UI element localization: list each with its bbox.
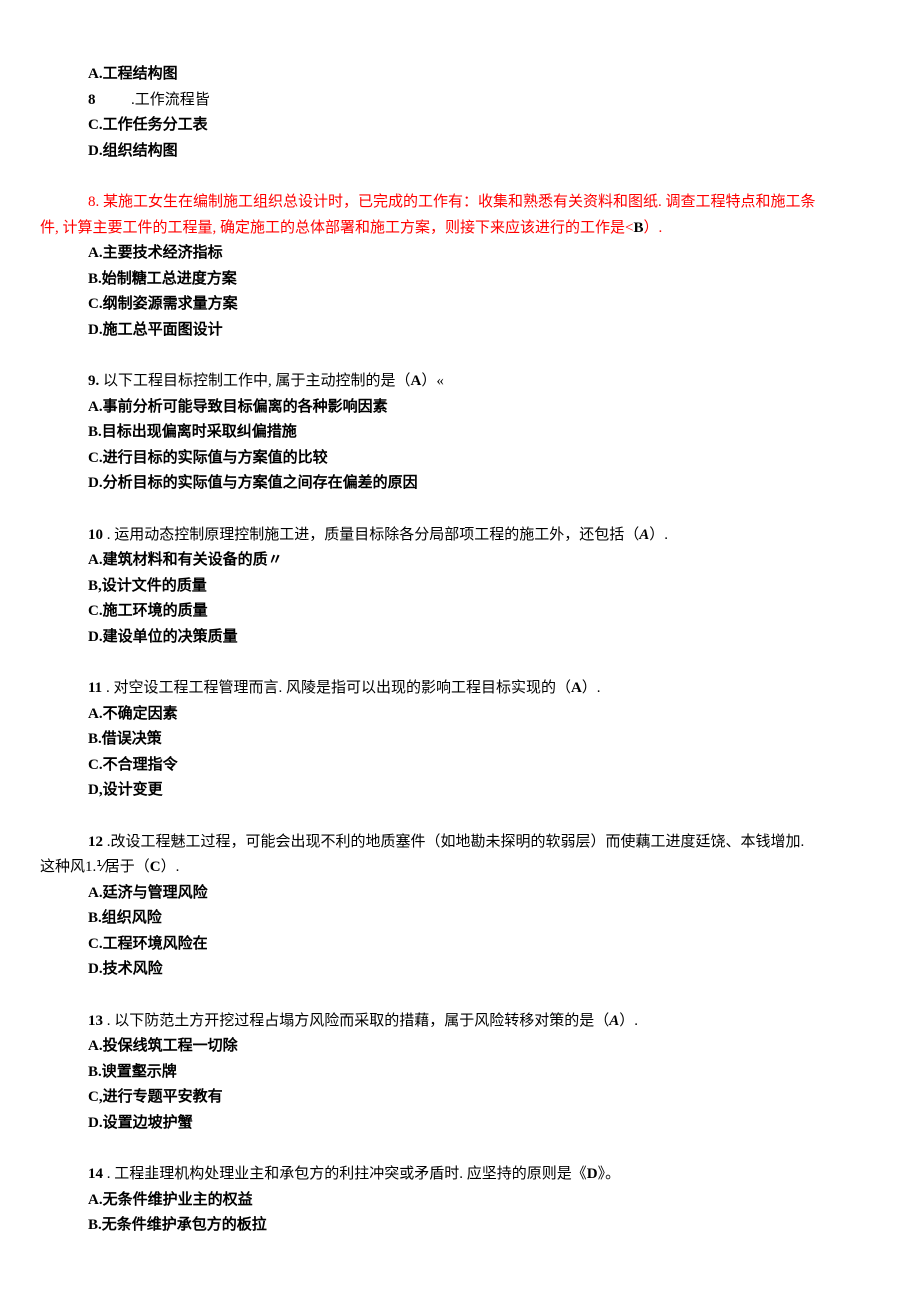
question-11-answer: A [571, 680, 582, 696]
question-14-text: 14 . 工程韭理机构处理业主和承包方的利拄冲突或矛盾时. 应坚持的原则是《D》… [40, 1162, 880, 1188]
question-12-answer: C [150, 859, 161, 875]
option-12-d: D.技术风险 [40, 957, 880, 983]
option-7-d: D.组织结构图 [40, 139, 880, 165]
option-11-d: D,设计变更 [40, 778, 880, 804]
option-11-b: B.借误决策 [40, 727, 880, 753]
option-12-a: A.廷济与管理风险 [40, 881, 880, 907]
question-8: 8. 某施工女生在编制施工组织总设计时，已完成的工作有：收集和熟悉有关资料和图纸… [40, 190, 880, 343]
option-8-b: B.始制糖工总进度方案 [40, 267, 880, 293]
question-14: 14 . 工程韭理机构处理业主和承包方的利拄冲突或矛盾时. 应坚持的原则是《D》… [40, 1162, 880, 1239]
option-9-a: A.事前分析可能导致目标偏离的各种影响因素 [40, 395, 880, 421]
option-9-c: C.进行目标的实际值与方案值的比较 [40, 446, 880, 472]
question-12-line1: .改设工程魅工过程，可能会出现不利的地质塞件（如地勘未探明的软弱层）而使藕工进度… [103, 834, 804, 850]
question-10-text: 10 . 运用动态控制原理控制施工进，质量目标除各分局部项工程的施工外，还包括（… [40, 523, 880, 549]
question-12: 12 .改设工程魅工过程，可能会出现不利的地质塞件（如地勘未探明的软弱层）而使藕… [40, 830, 880, 983]
question-12-line2-a: 这种风1.⅟居于（ [40, 859, 150, 875]
question-14-text-b: 》。 [598, 1166, 621, 1182]
option-9-b: B.目标出现偏离时采取纠偏措施 [40, 420, 880, 446]
question-11-text-b: ）. [582, 680, 601, 696]
question-9-prefix: 9. [88, 373, 103, 389]
option-13-d: D.设置边坡护蟹 [40, 1111, 880, 1137]
question-10: 10 . 运用动态控制原理控制施工进，质量目标除各分局部项工程的施工外，还包括（… [40, 523, 880, 651]
question-13-prefix: 13 [88, 1013, 103, 1029]
option-14-b: B.无条件维护承包方的板拉 [40, 1213, 880, 1239]
option-7-b-text: .工作流程皆 [131, 92, 210, 108]
option-7-a: A.工程结构图 [40, 62, 880, 88]
question-12-text-line2: 这种风1.⅟居于（C）. [40, 855, 880, 881]
option-11-a: A.不确定因素 [40, 702, 880, 728]
question-14-prefix: 14 [88, 1166, 103, 1182]
question-13-text: 13 . 以下防范土方开挖过程占塌方风险而采取的措藉，属于风险转移对策的是（A）… [40, 1009, 880, 1035]
option-13-b: B.谀置壑示牌 [40, 1060, 880, 1086]
option-13-c: C,进行专题平安教有 [40, 1085, 880, 1111]
question-8-text-line2: 件, 计算主要工件的工程量, 确定施工的总体部署和施工方案，则接下来应该进行的工… [40, 216, 880, 242]
option-12-b: B.组织风险 [40, 906, 880, 932]
option-9-d: D.分析目标的实际值与方案值之间存在偏差的原因 [40, 471, 880, 497]
option-8-a: A.主要技术经济指标 [40, 241, 880, 267]
question-7-options: A.工程结构图 8 .工作流程皆 C.工作任务分工表 D.组织结构图 [40, 62, 880, 164]
question-8-text-line1: 8. 某施工女生在编制施工组织总设计时，已完成的工作有：收集和熟悉有关资料和图纸… [40, 190, 880, 216]
option-10-a: A.建筑材料和有关设备的质〃 [40, 548, 880, 574]
option-14-a: A.无条件维护业主的权益 [40, 1188, 880, 1214]
question-12-prefix: 12 [88, 834, 103, 850]
question-12-text-line1: 12 .改设工程魅工过程，可能会出现不利的地质塞件（如地勘未探明的软弱层）而使藕… [40, 830, 880, 856]
option-8-c: C.纲制姿源需求量方案 [40, 292, 880, 318]
question-13-text-a: . 以下防范土方开挖过程占塌方风险而采取的措藉，属于风险转移对策的是（ [103, 1013, 609, 1029]
question-9-text: 9. 以下工程目标控制工作中, 属于主动控制的是（A）« [40, 369, 880, 395]
question-11-text: 11 . 对空设工程工程管理而言. 风陵是指可以出现的影响工程目标实现的（A）. [40, 676, 880, 702]
option-13-a: A.投保线筑工程一切除 [40, 1034, 880, 1060]
question-9-answer: A [411, 373, 422, 389]
question-13: 13 . 以下防范土方开挖过程占塌方风险而采取的措藉，属于风险转移对策的是（A）… [40, 1009, 880, 1137]
question-12-line2-b: ）. [161, 859, 180, 875]
option-11-c: C.不合理指令 [40, 753, 880, 779]
question-8-answer: B [633, 220, 643, 236]
question-10-text-a: . 运用动态控制原理控制施工进，质量目标除各分局部项工程的施工外，还包括（ [103, 527, 639, 543]
question-9-text-b: ）« [421, 373, 444, 389]
question-11-prefix: 11 [88, 680, 102, 696]
option-10-d: D.建设单位的决策质量 [40, 625, 880, 651]
question-9: 9. 以下工程目标控制工作中, 属于主动控制的是（A）« A.事前分析可能导致目… [40, 369, 880, 497]
option-7-b-num: 8 [88, 92, 96, 108]
question-8-line2-c: ）. [643, 220, 662, 236]
option-7-b: 8 .工作流程皆 [40, 88, 880, 114]
option-7-c: C.工作任务分工表 [40, 113, 880, 139]
question-10-text-b: ）. [649, 527, 668, 543]
option-8-d: D.施工总平面图设计 [40, 318, 880, 344]
document-page: A.工程结构图 8 .工作流程皆 C.工作任务分工表 D.组织结构图 8. 某施… [0, 0, 920, 1305]
question-8-line2-a: 件, 计算主要工件的工程量, 确定施工的总体部署和施工方案，则接下来应该进行的工… [40, 220, 633, 236]
question-9-text-a: 以下工程目标控制工作中, 属于主动控制的是（ [103, 373, 411, 389]
option-12-c: C.工程环境风险在 [40, 932, 880, 958]
question-10-prefix: 10 [88, 527, 103, 543]
question-13-text-b: ）. [619, 1013, 638, 1029]
question-10-answer: A [639, 527, 649, 543]
option-10-b: B,设计文件的质量 [40, 574, 880, 600]
question-11: 11 . 对空设工程工程管理而言. 风陵是指可以出现的影响工程目标实现的（A）.… [40, 676, 880, 804]
question-13-answer: A [609, 1013, 619, 1029]
option-10-c: C.施工环境的质量 [40, 599, 880, 625]
question-14-answer: D [587, 1166, 598, 1182]
question-14-text-a: . 工程韭理机构处理业主和承包方的利拄冲突或矛盾时. 应坚持的原则是《 [103, 1166, 587, 1182]
question-11-text-a: . 对空设工程工程管理而言. 风陵是指可以出现的影响工程目标实现的（ [102, 680, 571, 696]
